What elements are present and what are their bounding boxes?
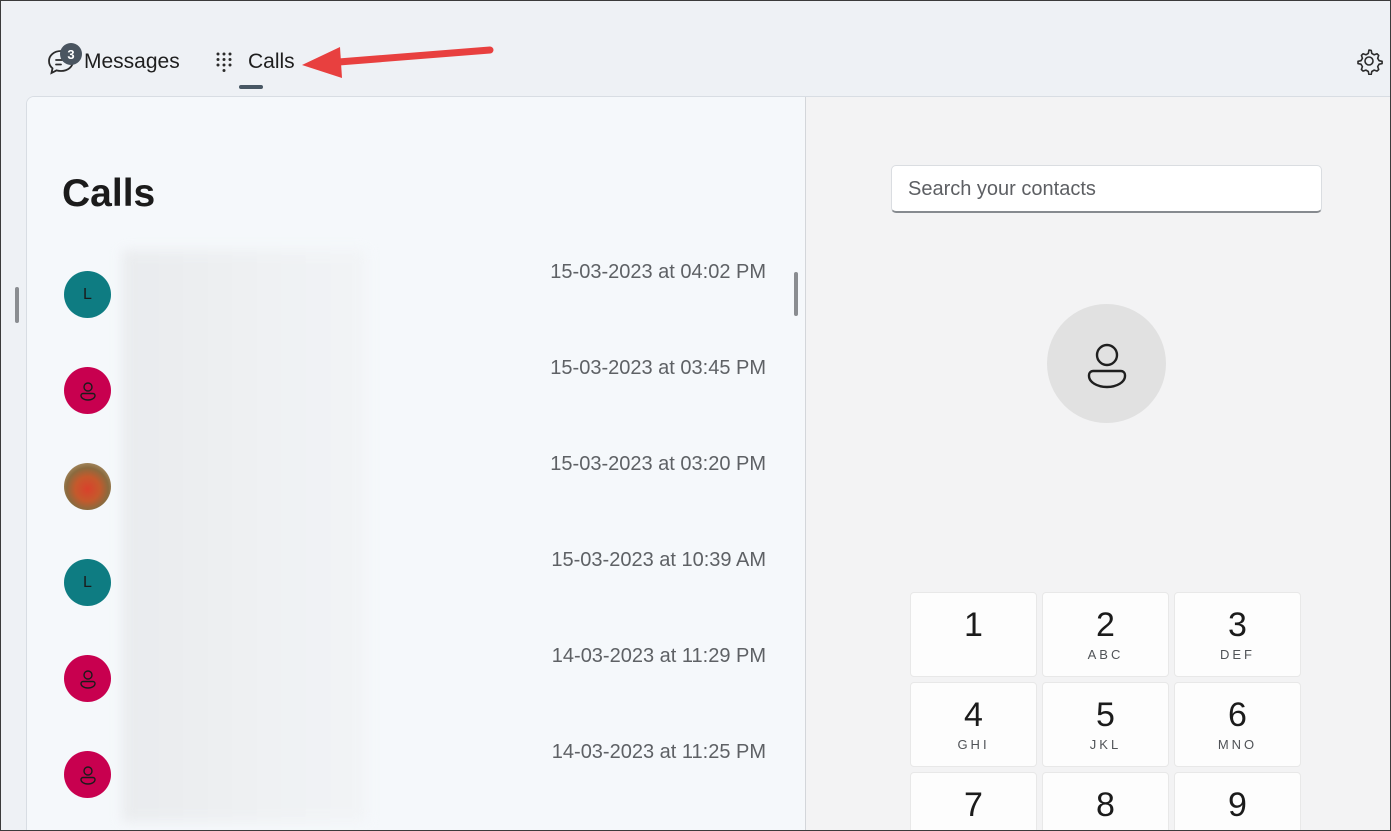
key-digit: 2 bbox=[1096, 606, 1115, 644]
key-digit: 8 bbox=[1096, 786, 1115, 824]
contact-person-avatar bbox=[64, 367, 111, 414]
call-row[interactable]: 15-03-2023 at 03:20 PM bbox=[27, 441, 804, 537]
key-digit: 5 bbox=[1096, 696, 1115, 734]
person-icon bbox=[79, 765, 96, 785]
call-row[interactable]: 14-03-2023 at 11:29 PM bbox=[27, 633, 804, 729]
dialpad-icon bbox=[212, 47, 238, 77]
dialpad-key-4[interactable]: 4 GHI bbox=[910, 682, 1037, 767]
contact-person-avatar bbox=[64, 655, 111, 702]
contact-photo-avatar bbox=[64, 463, 111, 510]
key-digit: 4 bbox=[964, 696, 983, 734]
contact-initial-avatar: L bbox=[64, 559, 111, 606]
annotation-arrow bbox=[302, 46, 494, 78]
key-digit: 7 bbox=[964, 786, 983, 824]
call-row[interactable]: 14-03-2023 at 11:25 PM bbox=[27, 729, 804, 825]
dialpad-key-9[interactable]: 9 bbox=[1174, 772, 1301, 831]
call-timestamp: 15-03-2023 at 03:45 PM bbox=[550, 357, 766, 379]
tab-calls-label: Calls bbox=[248, 50, 295, 73]
dialer-pane: Search your contacts 1 2 ABC 3 DEF 4 GHI 5 JKL 6 M… bbox=[805, 97, 1391, 831]
call-row[interactable]: L 15-03-2023 at 04:02 PM bbox=[27, 249, 804, 345]
key-letters: MNO bbox=[1217, 737, 1258, 752]
main-panel: Calls L 15-03-2023 at 04:02 PM 15-03-2023 … bbox=[26, 96, 1391, 831]
call-timestamp: 15-03-2023 at 04:02 PM bbox=[550, 261, 766, 283]
key-digit: 9 bbox=[1228, 786, 1247, 824]
call-row[interactable]: 15-03-2023 at 03:45 PM bbox=[27, 345, 804, 441]
tab-messages-label: Messages bbox=[84, 50, 180, 73]
calls-list-pane: Calls L 15-03-2023 at 04:02 PM 15-03-2023 … bbox=[27, 97, 804, 831]
chat-bubble-icon: 3 bbox=[46, 43, 82, 77]
contact-avatar bbox=[1047, 304, 1166, 423]
tab-calls[interactable]: Calls bbox=[212, 38, 295, 86]
dialpad-key-5[interactable]: 5 JKL bbox=[1042, 682, 1169, 767]
gear-icon[interactable] bbox=[1355, 47, 1383, 76]
unread-badge: 3 bbox=[60, 43, 82, 65]
window-scrollbar-thumb[interactable] bbox=[15, 287, 19, 323]
contact-person-avatar bbox=[64, 751, 111, 798]
contact-search-input[interactable]: Search your contacts bbox=[891, 165, 1322, 213]
key-letters: ABC bbox=[1087, 647, 1124, 662]
dialpad-key-6[interactable]: 6 MNO bbox=[1174, 682, 1301, 767]
key-letters: DEF bbox=[1220, 647, 1255, 662]
call-timestamp: 14-03-2023 at 11:29 PM bbox=[551, 645, 766, 667]
key-letters: GHI bbox=[957, 737, 990, 752]
dialpad-key-7[interactable]: 7 bbox=[910, 772, 1037, 831]
call-timestamp: 15-03-2023 at 10:39 AM bbox=[551, 549, 766, 571]
tab-messages[interactable]: 3 Messages bbox=[46, 38, 180, 86]
person-icon bbox=[1087, 343, 1126, 388]
key-digit: 1 bbox=[964, 606, 983, 644]
call-list-scrollbar-thumb[interactable] bbox=[794, 272, 798, 316]
call-timestamp: 15-03-2023 at 03:20 PM bbox=[550, 453, 766, 475]
call-timestamp: 14-03-2023 at 11:25 PM bbox=[551, 741, 766, 763]
key-digit: 3 bbox=[1228, 606, 1247, 644]
page-title: Calls bbox=[62, 172, 156, 215]
contact-initial-avatar: L bbox=[64, 271, 111, 318]
dialpad-key-2[interactable]: 2 ABC bbox=[1042, 592, 1169, 677]
key-letters: JKL bbox=[1089, 737, 1122, 752]
person-icon bbox=[79, 669, 96, 689]
key-digit: 6 bbox=[1228, 696, 1247, 734]
search-placeholder: Search your contacts bbox=[908, 178, 1096, 200]
call-row[interactable]: L 15-03-2023 at 10:39 AM bbox=[27, 537, 804, 633]
person-icon bbox=[79, 381, 96, 401]
dialpad-key-8[interactable]: 8 bbox=[1042, 772, 1169, 831]
active-tab-indicator bbox=[239, 85, 263, 89]
dialpad-key-1[interactable]: 1 bbox=[910, 592, 1037, 677]
dialpad-key-3[interactable]: 3 DEF bbox=[1174, 592, 1301, 677]
